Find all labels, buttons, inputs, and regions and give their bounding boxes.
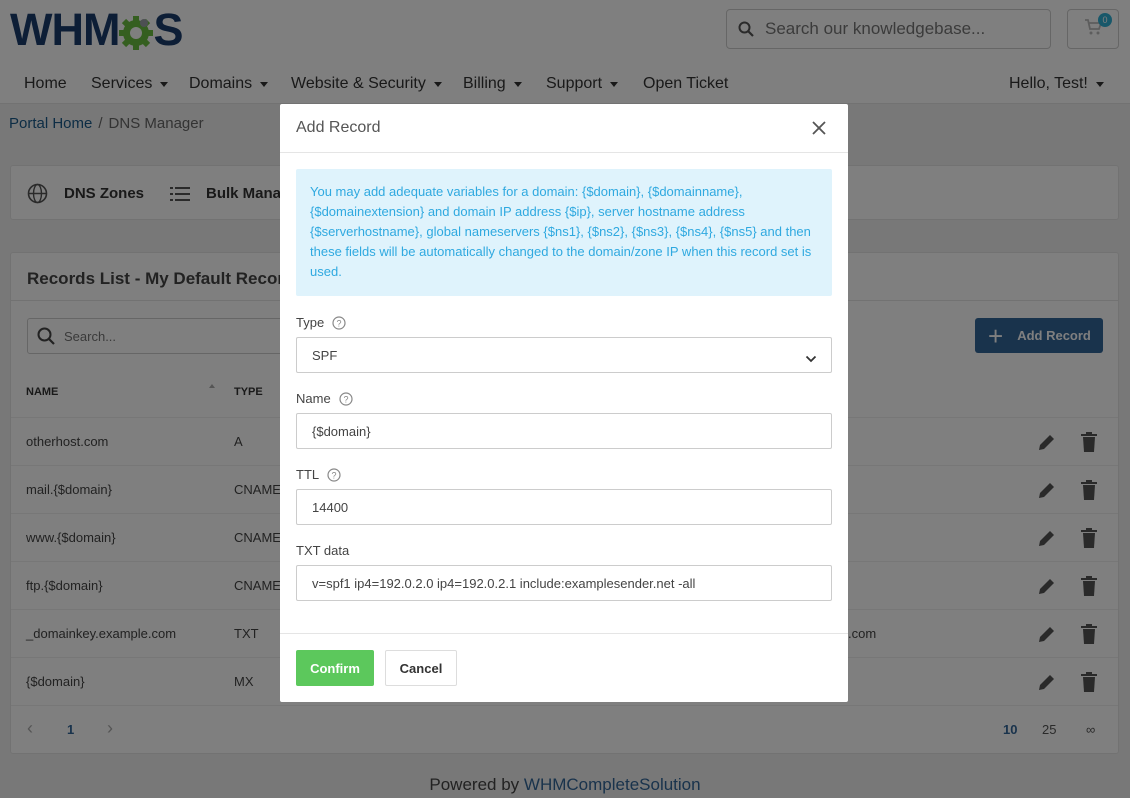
type-label: Type ? [296, 315, 346, 330]
txt-data-label-text: TXT data [296, 543, 350, 558]
modal-title: Add Record [296, 119, 381, 136]
chevron-down-icon [805, 351, 817, 366]
ttl-field[interactable]: 14400 [296, 489, 832, 525]
help-icon[interactable]: ? [332, 315, 346, 330]
name-label-text: Name [296, 391, 331, 406]
confirm-button[interactable]: Confirm [296, 650, 374, 686]
ttl-label-text: TTL [296, 467, 320, 482]
txt-data-field[interactable]: v=spf1 ip4=192.0.2.0 ip4=192.0.2.1 inclu… [296, 565, 832, 601]
type-select-value: SPF [312, 347, 338, 363]
help-icon[interactable]: ? [339, 391, 353, 406]
ttl-field-value: 14400 [312, 499, 349, 515]
svg-text:?: ? [332, 470, 337, 480]
add-record-modal: Add Record You may add adequate variable… [280, 104, 848, 702]
divider [280, 633, 848, 634]
cancel-button[interactable]: Cancel [385, 650, 457, 686]
txt-data-label: TXT data [296, 543, 349, 558]
variables-info-alert: You may add adequate variables for a dom… [296, 169, 832, 296]
close-icon[interactable] [810, 119, 828, 137]
type-label-text: Type [296, 315, 325, 330]
name-field[interactable]: {$domain} [296, 413, 832, 449]
help-icon[interactable]: ? [327, 467, 341, 482]
type-select[interactable]: SPF [296, 337, 832, 373]
name-field-value: {$domain} [312, 423, 371, 439]
name-label: Name ? [296, 391, 353, 406]
svg-text:?: ? [343, 394, 348, 404]
txt-data-field-value: v=spf1 ip4=192.0.2.0 ip4=192.0.2.1 inclu… [312, 575, 696, 591]
divider [280, 152, 848, 153]
svg-text:?: ? [337, 318, 342, 328]
ttl-label: TTL ? [296, 467, 341, 482]
